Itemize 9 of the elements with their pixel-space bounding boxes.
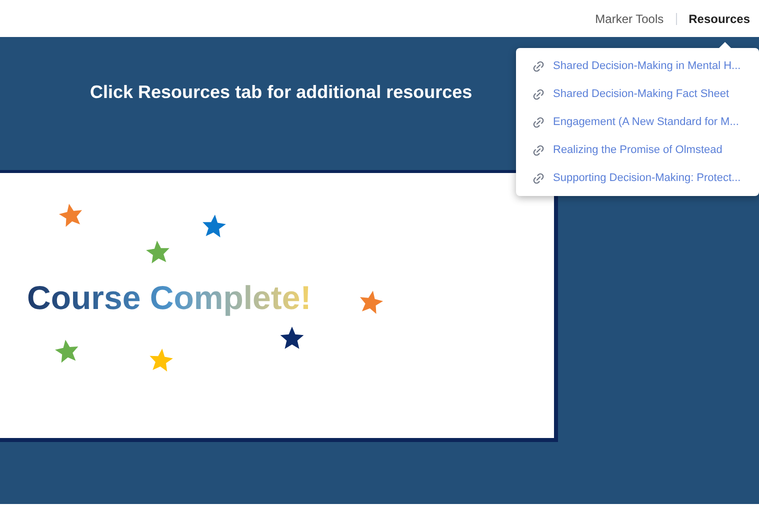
resource-link[interactable]: Shared Decision-Making Fact Sheet bbox=[516, 80, 759, 108]
star-icon bbox=[279, 325, 305, 351]
banner-text: Click Resources tab for additional resources bbox=[90, 82, 472, 102]
resource-link[interactable]: Shared Decision-Making in Mental H... bbox=[516, 52, 759, 80]
resource-link[interactable]: Engagement (A New Standard for M... bbox=[516, 108, 759, 136]
resource-link[interactable]: Realizing the Promise of Olmstead bbox=[516, 136, 759, 164]
resource-link[interactable]: Supporting Decision-Making: Protect... bbox=[516, 164, 759, 192]
nav-tab[interactable]: Marker Tools bbox=[595, 10, 664, 28]
nav-tab[interactable]: Resources bbox=[688, 10, 750, 28]
